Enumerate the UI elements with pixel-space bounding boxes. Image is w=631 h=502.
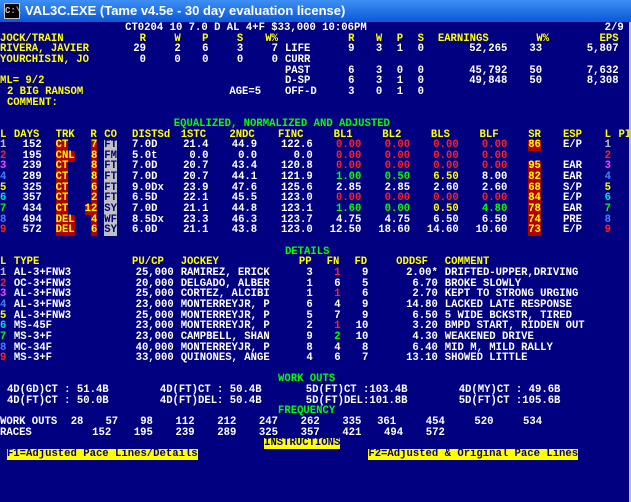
frequency-workout-day: 534 — [523, 416, 543, 429]
console-window: C:\ VAL3C.EXE (Tame v4.5e - 30 day evalu… — [0, 0, 631, 502]
stat-earnings: 49,848 — [469, 75, 508, 88]
race-info: CT0204 10 7.0 D AL 4+F $33,000 10:06PM — [125, 22, 367, 34]
stat-w: 0 — [375, 85, 383, 98]
trainer-p: 0 — [202, 53, 209, 66]
eq-condition: SY — [104, 224, 117, 237]
stat-w: 3 — [375, 43, 383, 56]
eq-speed-rating: 86 — [528, 139, 541, 152]
trainer-name: YOURCHISIN, JO — [0, 53, 90, 66]
frequency-race-day: 289 — [217, 426, 237, 439]
stat-wpct: 50 — [529, 75, 543, 88]
stats-line-1: RIVERA, JAVIER 29 2 6 3 7 LIFE 9 3 1 0 52,265 33 5,80… — [0, 44, 631, 55]
instructions-section-title: INSTRUCTIONS — [264, 437, 341, 450]
workout-entry: 4D(FT)DEL: 50.4B — [159, 394, 262, 407]
stat-s: 0 — [417, 85, 424, 98]
eq-bl1: 12.50 — [329, 224, 362, 237]
frequency-race-day: 572 — [425, 426, 445, 439]
trainer-s: 0 — [236, 53, 244, 66]
eq-race: 6 — [90, 224, 98, 237]
eq-1stc: 21.1 — [183, 224, 209, 237]
title-bar[interactable]: C:\ VAL3C.EXE (Tame v4.5e - 30 day evalu… — [0, 0, 631, 22]
dt-race-type: MS-3+F — [13, 352, 53, 365]
frequency-workout-day: 520 — [474, 416, 494, 429]
dt-jockey: QUINONES, ANGE — [180, 352, 270, 365]
eq-2ndc: 43.8 — [231, 224, 258, 237]
frequency-race-day: 421 — [342, 426, 362, 439]
f2-instruction: F2=Adjusted & Original Pace Lines — [368, 448, 579, 460]
details-row-9: 9 MS-3+F 33,000 QUINONES, ANGE 4 6 7 13.10 SHOWE… — [0, 353, 631, 364]
eq-track: DEL — [55, 224, 75, 237]
dt-finish: 6 — [334, 352, 341, 365]
dt-purse: 33,000 — [135, 352, 174, 365]
stat-wpct: 33 — [529, 43, 543, 56]
stat-r: 3 — [348, 85, 355, 98]
dt-post-position: 4 — [306, 352, 313, 365]
console-screen: CT0204 10 7.0 D AL 4+F $33,000 10:06PM 2/… — [0, 22, 631, 502]
eq-line-number: 9 — [0, 224, 7, 237]
window-title: VAL3C.EXE (Tame v4.5e - 30 day evaluatio… — [25, 3, 346, 18]
trainer-wpct: 0 — [271, 53, 278, 66]
trainer-r: 0 — [139, 53, 146, 66]
details-row-6: 6 MS-45F 23,000 MONTERREYJR, P 2 1 10 3.20 BMPD … — [0, 321, 631, 332]
dt-line-number: 9 — [0, 352, 7, 365]
stat-p: 1 — [396, 43, 404, 56]
comment-label: COMMENT: — [6, 96, 58, 109]
frequency-race-day: 494 — [384, 426, 404, 439]
details-title-line: DETAILS — [0, 246, 631, 258]
eq-speed-rating: 73 — [528, 224, 541, 237]
eq-line-number-right: 9 — [604, 224, 611, 237]
equalized-row-9: 9 572 DEL 6 SY 6.0D 21.1 43.8 123.0 12.50 18.60 14.… — [0, 224, 631, 237]
eq-bls: 14.60 — [426, 224, 459, 237]
instructions-line: F1=Adjusted Pace Lines/Details F2=Adjuste… — [0, 449, 631, 460]
eq-blf: 10.60 — [475, 224, 508, 237]
workout-entry: 5D(FT)CT :105.6B — [458, 394, 561, 407]
stat-r: 9 — [348, 43, 355, 56]
horse-age: AGE=5 — [229, 85, 262, 98]
frequency-workout-day: 28 — [70, 416, 84, 429]
eq-bl2: 18.60 — [378, 224, 411, 237]
trainer-w: 0 — [174, 53, 181, 66]
dt-odds: 13.10 — [406, 352, 438, 365]
eq-days: 572 — [22, 224, 42, 237]
stat-p: 1 — [396, 85, 404, 98]
frequency-races-label: RACES — [0, 426, 32, 439]
eq-esp: E/P — [562, 139, 583, 152]
stat-earnings: 52,265 — [469, 43, 508, 56]
frequency-race-day: 195 — [133, 426, 153, 439]
dt-field-size: 7 — [362, 352, 369, 365]
f1-instruction: F1=Adjusted Pace Lines/Details — [6, 448, 198, 460]
eq-esp: E/P — [562, 224, 583, 237]
comment-line: COMMENT: — [0, 96, 631, 109]
frequency-race-day: 152 — [92, 426, 112, 439]
stats-line-5: 2 BIG RANSOM AGE=5 OFF-D 3 0 1 0 — [0, 85, 631, 98]
workout-entry: 4D(FT)CT : 50.0B — [6, 394, 109, 407]
details-row-1: 1 AL-3+FNW3 25,000 RAMIREZ, ERICK 3 1 9 2.00* DR… — [0, 267, 631, 279]
details-row-8: 8 MC-34F 40,000 MONTERREYJR, P 8 4 8 6.40 MID M,… — [0, 342, 631, 354]
stat-eps: 8,308 — [586, 75, 619, 88]
frequency-race-day: 239 — [175, 426, 195, 439]
eq-finc: 123.0 — [280, 224, 313, 237]
eq-distance: 6.0D — [132, 224, 158, 237]
dt-comment: SHOWED LITTLE — [444, 352, 528, 365]
stat-s: 0 — [417, 43, 424, 56]
console-app-icon[interactable]: C:\ — [4, 3, 21, 19]
stat-eps: 5,807 — [586, 43, 619, 56]
stat-label: OFF-D — [284, 85, 317, 98]
